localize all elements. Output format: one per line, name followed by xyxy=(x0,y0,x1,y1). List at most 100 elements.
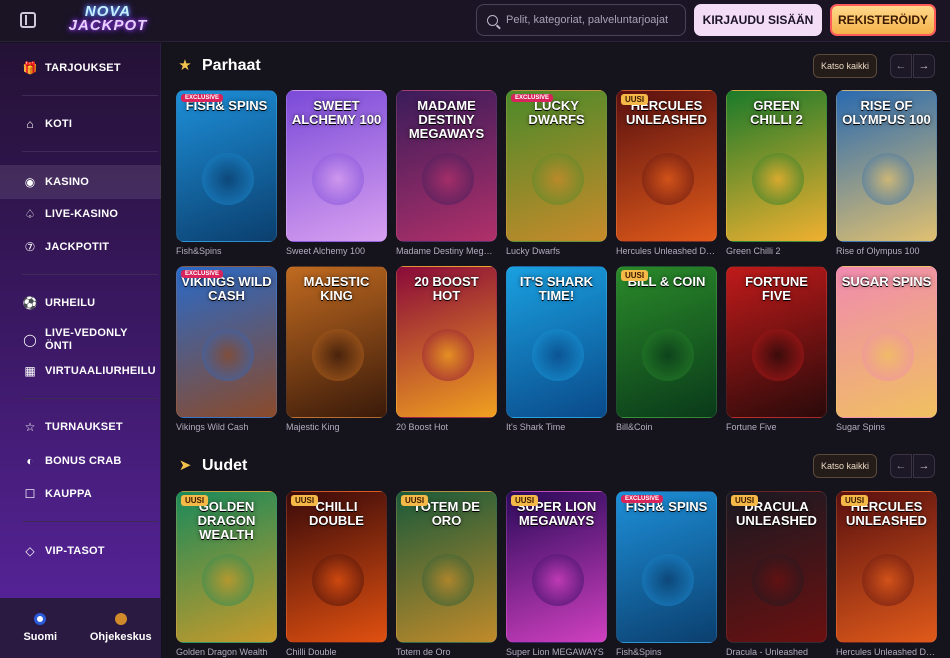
game-card[interactable]: HERCULES UNLEASHED UUSI Hercules Unleashed… xyxy=(616,90,717,256)
game-badge: UUSI xyxy=(291,495,319,506)
game-card[interactable]: FISH& SPINS EXCLUSIVE Fish&Spins xyxy=(616,491,717,657)
game-name[interactable]: Bill&Coin xyxy=(616,422,717,432)
game-art xyxy=(752,329,804,381)
game-name[interactable]: Fortune Five xyxy=(726,422,827,432)
game-card[interactable]: LUCKY DWARFS EXCLUSIVE Lucky Dwarfs xyxy=(506,90,607,256)
next-arrow-icon[interactable]: → xyxy=(913,454,935,478)
sidebar-item-live-casino[interactable]: ♤ LIVE-KASINO xyxy=(0,200,161,228)
sidebar-item-virtual-sports[interactable]: ▦ VIRTUAALIURHEILU xyxy=(0,357,161,385)
game-thumbnail[interactable]: VIKINGS WILD CASH EXCLUSIVE xyxy=(176,266,277,418)
logo[interactable]: NOVA JACKPOT xyxy=(60,4,156,37)
rocket-icon: ➤ xyxy=(178,457,192,474)
sidebar-item-casino[interactable]: ◉ KASINO xyxy=(0,165,161,199)
sidebar-item-tournaments[interactable]: ☆ TURNAUKSET xyxy=(0,413,161,441)
sidebar-item-offers[interactable]: 🎁 TARJOUKSET xyxy=(0,54,161,82)
sidebar-item-shop[interactable]: ☐ KAUPPA xyxy=(0,480,161,508)
game-card[interactable]: TOTEM DE ORO UUSI Totem de Oro xyxy=(396,491,497,657)
game-card[interactable]: BILL & COIN UUSI Bill&Coin xyxy=(616,266,717,432)
game-thumbnail[interactable]: GREEN CHILLI 2 xyxy=(726,90,827,242)
game-name[interactable]: Hercules Unleashed Dream Drop xyxy=(616,246,717,256)
game-name[interactable]: Sugar Spins xyxy=(836,422,937,432)
next-arrow-icon[interactable]: → xyxy=(913,54,935,78)
sidebar-item-sports[interactable]: ⚽ URHEILU xyxy=(0,289,161,317)
sidebar-item-vip[interactable]: ◇ VIP-TASOT xyxy=(0,537,161,565)
game-card[interactable]: MAJESTIC KING Majestic King xyxy=(286,266,387,432)
section-title-new: Uudet xyxy=(202,457,248,474)
game-thumbnail[interactable]: SUPER LION MEGAWAYS UUSI xyxy=(506,491,607,643)
help-center-link[interactable]: Ohjekeskus xyxy=(81,598,162,658)
game-thumbnail[interactable]: FORTUNE FIVE xyxy=(726,266,827,418)
game-name[interactable]: Super Lion MEGAWAYS xyxy=(506,647,607,657)
game-thumbnail[interactable]: HERCULES UNLEASHED UUSI xyxy=(616,90,717,242)
game-card[interactable]: VIKINGS WILD CASH EXCLUSIVE Vikings Wild C… xyxy=(176,266,277,432)
game-card[interactable]: GREEN CHILLI 2 Green Chilli 2 xyxy=(726,90,827,256)
game-thumbnail[interactable]: DRACULA UNLEASHED UUSI xyxy=(726,491,827,643)
game-name[interactable]: Majestic King xyxy=(286,422,387,432)
game-thumbnail[interactable]: HERCULES UNLEASHED UUSI xyxy=(836,491,937,643)
game-name[interactable]: Chilli Double xyxy=(286,647,387,657)
login-button[interactable]: KIRJAUDU SISÄÄN xyxy=(694,4,822,36)
game-card[interactable]: RISE OF OLYMPUS 100 Rise of Olympus 100 xyxy=(836,90,937,256)
sidebar-item-label: LIVE-VEDONLYÖNTI xyxy=(45,327,128,352)
game-thumbnail[interactable]: BILL & COIN UUSI xyxy=(616,266,717,418)
see-all-new-button[interactable]: Katso kaikki xyxy=(813,454,877,478)
sidebar-item-home[interactable]: ⌂ KOTI xyxy=(0,110,161,138)
game-name[interactable]: Green Chilli 2 xyxy=(726,246,827,256)
sidebar-toggle-icon[interactable] xyxy=(20,12,36,28)
game-name[interactable]: Fish&Spins xyxy=(616,647,717,657)
game-card[interactable]: MADAME DESTINY MEGAWAYS Madame Destiny Me… xyxy=(396,90,497,256)
search-input[interactable]: Pelit, kategoriat, palveluntarjoajat xyxy=(476,4,686,36)
language-selector[interactable]: Suomi xyxy=(0,598,81,658)
register-button[interactable]: REKISTERÖIDY xyxy=(830,4,936,36)
game-name[interactable]: Dracula - Unleashed xyxy=(726,647,827,657)
game-thumbnail[interactable]: SUGAR SPINS xyxy=(836,266,937,418)
game-card[interactable]: GOLDEN DRAGON WEALTH UUSI Golden Dragon We… xyxy=(176,491,277,657)
game-card[interactable]: IT'S SHARK TIME! It's Shark Time xyxy=(506,266,607,432)
see-all-best-button[interactable]: Katso kaikki xyxy=(813,54,877,78)
game-badge: UUSI xyxy=(181,495,209,506)
game-name[interactable]: Lucky Dwarfs xyxy=(506,246,607,256)
game-name[interactable]: Golden Dragon Wealth xyxy=(176,647,277,657)
game-badge: EXCLUSIVE xyxy=(511,94,554,102)
game-card[interactable]: DRACULA UNLEASHED UUSI Dracula - Unleashed xyxy=(726,491,827,657)
game-name[interactable]: Madame Destiny Megaways xyxy=(396,246,497,256)
prev-arrow-icon[interactable]: ← xyxy=(890,54,912,78)
game-name[interactable]: Vikings Wild Cash xyxy=(176,422,277,432)
game-name[interactable]: Sweet Alchemy 100 xyxy=(286,246,387,256)
game-card[interactable]: HERCULES UNLEASHED UUSI Hercules Unleashed… xyxy=(836,491,937,657)
game-thumbnail[interactable]: SWEET ALCHEMY 100 xyxy=(286,90,387,242)
game-thumbnail[interactable]: MADAME DESTINY MEGAWAYS xyxy=(396,90,497,242)
game-card[interactable]: SUPER LION MEGAWAYS UUSI Super Lion MEGAWA… xyxy=(506,491,607,657)
sidebar-item-jackpots[interactable]: ⑦ JACKPOTIT xyxy=(0,233,161,261)
game-name[interactable]: Hercules Unleashed Dream Drop xyxy=(836,647,937,657)
game-name[interactable]: It's Shark Time xyxy=(506,422,607,432)
game-name[interactable]: 20 Boost Hot xyxy=(396,422,497,432)
game-thumbnail[interactable]: LUCKY DWARFS EXCLUSIVE xyxy=(506,90,607,242)
sidebar-item-live-betting[interactable]: ◯ LIVE-VEDONLYÖNTI xyxy=(0,323,161,357)
game-thumbnail[interactable]: FISH& SPINS EXCLUSIVE xyxy=(176,90,277,242)
game-thumbnail[interactable]: 20 BOOST HOT xyxy=(396,266,497,418)
game-card[interactable]: 20 BOOST HOT 20 Boost Hot xyxy=(396,266,497,432)
game-thumbnail[interactable]: TOTEM DE ORO UUSI xyxy=(396,491,497,643)
gift-icon: 🎁 xyxy=(22,61,38,75)
game-card[interactable]: SUGAR SPINS Sugar Spins xyxy=(836,266,937,432)
game-thumbnail[interactable]: MAJESTIC KING xyxy=(286,266,387,418)
game-card[interactable]: FORTUNE FIVE Fortune Five xyxy=(726,266,827,432)
game-thumbnail[interactable]: RISE OF OLYMPUS 100 xyxy=(836,90,937,242)
game-name[interactable]: Fish&Spins xyxy=(176,246,277,256)
game-thumbnail[interactable]: IT'S SHARK TIME! xyxy=(506,266,607,418)
game-name[interactable]: Rise of Olympus 100 xyxy=(836,246,937,256)
game-card[interactable]: FISH& SPINS EXCLUSIVE Fish&Spins xyxy=(176,90,277,256)
sidebar-item-label: LIVE-KASINO xyxy=(45,207,119,220)
divider xyxy=(22,151,158,152)
game-art xyxy=(862,554,914,606)
game-thumbnail[interactable]: FISH& SPINS EXCLUSIVE xyxy=(616,491,717,643)
divider xyxy=(22,398,158,399)
game-card[interactable]: SWEET ALCHEMY 100 Sweet Alchemy 100 xyxy=(286,90,387,256)
game-thumbnail[interactable]: CHILLI DOUBLE UUSI xyxy=(286,491,387,643)
game-card[interactable]: CHILLI DOUBLE UUSI Chilli Double xyxy=(286,491,387,657)
game-name[interactable]: Totem de Oro xyxy=(396,647,497,657)
game-thumbnail[interactable]: GOLDEN DRAGON WEALTH UUSI xyxy=(176,491,277,643)
sidebar-item-bonus-crab[interactable]: ◐ BONUS CRAB xyxy=(0,447,161,475)
prev-arrow-icon[interactable]: ← xyxy=(890,454,912,478)
